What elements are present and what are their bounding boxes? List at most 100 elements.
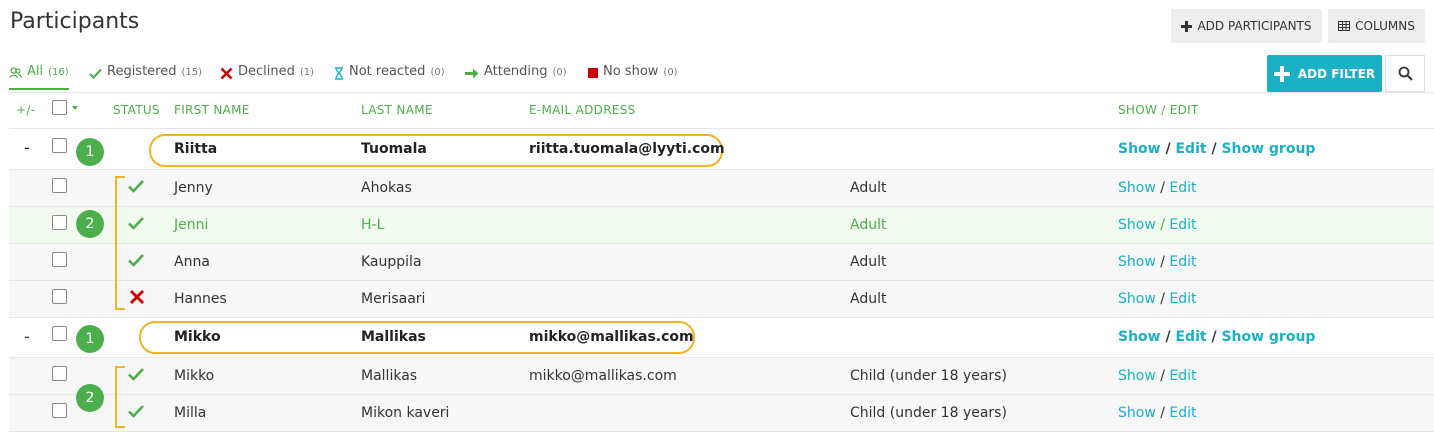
show-link[interactable]: Show (1118, 180, 1156, 196)
check-icon (89, 64, 102, 82)
row-checkbox[interactable] (52, 289, 67, 304)
tab-label: All (27, 64, 44, 79)
email-cell: mikko@mallikas.com (529, 329, 694, 345)
search-button[interactable] (1385, 55, 1425, 92)
show-group-link[interactable]: Show group (1221, 141, 1315, 157)
first-name-cell: Anna (174, 254, 210, 270)
collapse-toggle[interactable]: - (24, 138, 30, 157)
tab-label: Attending (484, 64, 548, 79)
column-header-email[interactable]: E-MAIL ADDRESS (529, 103, 636, 117)
link-separator: / (1211, 329, 1217, 345)
table-row (9, 358, 1434, 395)
edit-link[interactable]: Edit (1175, 329, 1206, 345)
first-name-cell: Mikko (174, 368, 215, 384)
column-header-last-name[interactable]: LAST NAME (361, 103, 433, 117)
row-checkbox[interactable] (52, 403, 67, 418)
row-checkbox[interactable] (52, 326, 67, 341)
link-separator: / (1160, 254, 1165, 270)
page-title: Participants (10, 9, 140, 34)
square-icon (588, 64, 598, 82)
tab-declined[interactable]: Declined (1) (220, 64, 314, 90)
edit-link[interactable]: Edit (1169, 368, 1196, 384)
tab-no-show[interactable]: No show (0) (588, 64, 678, 90)
edit-link[interactable]: Edit (1175, 141, 1206, 157)
category-cell: Adult (850, 217, 887, 233)
edit-link[interactable]: Edit (1169, 217, 1196, 233)
column-header-expand[interactable]: +/- (16, 103, 35, 117)
chevron-down-icon[interactable] (72, 106, 78, 110)
show-link[interactable]: Show (1118, 254, 1156, 270)
tab-label: No show (603, 64, 659, 79)
check-icon (128, 216, 146, 234)
last-name-cell: Mallikas (361, 329, 426, 345)
row-actions: Show / Edit (1118, 254, 1197, 270)
show-link[interactable]: Show (1118, 368, 1156, 384)
row-checkbox[interactable] (52, 138, 67, 153)
first-name-cell: Jenny (174, 180, 213, 196)
row-actions: Show / Edit / Show group (1118, 329, 1315, 345)
category-cell: Adult (850, 291, 887, 307)
add-filter-label: ADD FILTER (1297, 66, 1376, 81)
show-group-link[interactable]: Show group (1221, 329, 1315, 345)
row-actions: Show / Edit (1118, 180, 1197, 196)
arrow-right-icon (465, 64, 479, 82)
columns-button[interactable]: COLUMNS (1328, 9, 1425, 43)
tab-not-reacted[interactable]: Not reacted (0) (334, 64, 445, 90)
edit-link[interactable]: Edit (1169, 405, 1196, 421)
select-all-checkbox[interactable] (52, 100, 67, 115)
tab-count: (15) (181, 67, 203, 78)
check-icon (128, 179, 146, 197)
show-link[interactable]: Show (1118, 141, 1161, 157)
tab-count: (0) (663, 67, 678, 78)
row-checkbox[interactable] (52, 366, 67, 381)
column-header-first-name[interactable]: FIRST NAME (174, 103, 250, 117)
row-actions: Show / Edit / Show group (1118, 141, 1315, 157)
add-participants-label: ADD PARTICIPANTS (1197, 19, 1312, 33)
tab-count: (16) (48, 67, 69, 78)
column-header-show-edit[interactable]: SHOW / EDIT (1118, 103, 1199, 117)
annotation-bracket (115, 176, 125, 310)
row-checkbox[interactable] (52, 215, 67, 230)
collapse-toggle[interactable]: - (24, 327, 30, 346)
category-cell: Adult (850, 180, 887, 196)
tab-attending[interactable]: Attending (0) (465, 64, 567, 90)
plus-icon (1273, 65, 1290, 82)
search-icon (1398, 66, 1413, 81)
email-cell: mikko@mallikas.com (529, 368, 677, 384)
edit-link[interactable]: Edit (1169, 180, 1196, 196)
row-actions: Show / Edit (1118, 217, 1197, 233)
add-participants-button[interactable]: ADD PARTICIPANTS (1171, 9, 1322, 43)
edit-link[interactable]: Edit (1169, 254, 1196, 270)
columns-label: COLUMNS (1355, 19, 1415, 33)
group-icon (9, 64, 22, 82)
check-icon (128, 253, 146, 271)
show-link[interactable]: Show (1118, 405, 1156, 421)
row-checkbox[interactable] (52, 178, 67, 193)
show-link[interactable]: Show (1118, 217, 1156, 233)
category-cell: Child (under 18 years) (850, 368, 1007, 384)
show-link[interactable]: Show (1118, 329, 1161, 345)
category-cell: Child (under 18 years) (850, 405, 1007, 421)
link-separator: / (1160, 217, 1165, 233)
tab-all[interactable]: All (16) (9, 64, 69, 90)
edit-link[interactable]: Edit (1169, 291, 1196, 307)
table-row (9, 395, 1434, 432)
add-filter-button[interactable]: ADD FILTER (1267, 55, 1382, 92)
first-name-cell: Mikko (174, 329, 221, 345)
annotation-badge: 1 (76, 325, 104, 353)
tab-label: Registered (107, 64, 177, 79)
plus-icon (1181, 20, 1193, 32)
tab-registered[interactable]: Registered (15) (89, 64, 202, 90)
show-link[interactable]: Show (1118, 291, 1156, 307)
first-name-cell: Riitta (174, 141, 218, 157)
link-separator: / (1165, 329, 1171, 345)
check-icon (128, 367, 146, 385)
annotation-bracket (115, 366, 125, 428)
check-icon (128, 404, 146, 422)
email-cell: riitta.tuomala@lyyti.com (529, 141, 725, 157)
column-header-status[interactable]: STATUS (113, 103, 160, 117)
row-checkbox[interactable] (52, 252, 67, 267)
row-actions: Show / Edit (1118, 368, 1197, 384)
table-row (9, 244, 1434, 281)
link-separator: / (1211, 141, 1217, 157)
